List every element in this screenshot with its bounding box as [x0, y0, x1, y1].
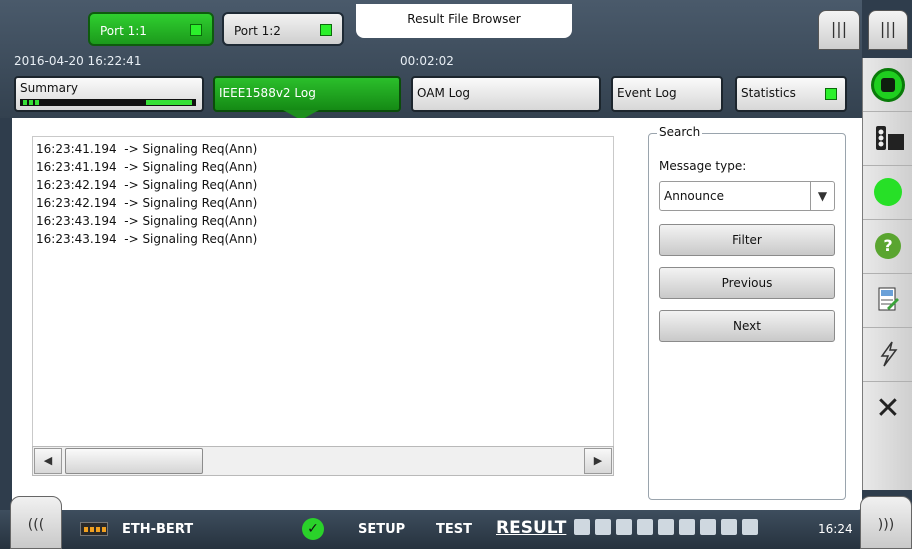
tab-label: Event Log [617, 86, 677, 100]
power-icon [574, 519, 590, 535]
bottom-bar: ((( ETH-BERT ✓ SETUP TEST RESULT 16:24 )… [0, 496, 912, 549]
scroll-right-icon[interactable]: ▶ [584, 448, 612, 474]
scroll-left-icon[interactable]: ◀ [34, 448, 62, 474]
log-line: 16:23:43.194 -> Signaling Req(Ann) [36, 214, 258, 228]
port-tab-1-1[interactable]: Port 1:1 [88, 12, 214, 46]
setup-button[interactable]: SETUP [358, 522, 405, 537]
app-name: ETH-BERT [122, 522, 194, 537]
search-group: Search Message type: Announce ▼ Filter P… [648, 125, 846, 500]
port-tab-label: Port 1:1 [100, 24, 147, 38]
tab-label: IEEE1588v2 Log [219, 86, 316, 100]
date-time: 2016-04-20 16:22:41 [14, 54, 142, 68]
status-led-button[interactable] [863, 166, 912, 220]
port-tab-1-2[interactable]: Port 1:2 [222, 12, 344, 46]
report-icon [878, 287, 899, 311]
elapsed-time: 00:02:02 [400, 54, 454, 68]
remote-icon [679, 519, 695, 535]
filter-button[interactable]: Filter [659, 224, 835, 256]
close-icon: ✕ [875, 391, 901, 426]
log-line: 16:23:43.194 -> Signaling Req(Ann) [36, 232, 258, 246]
gps-icon [700, 519, 716, 535]
report-button[interactable] [863, 274, 912, 328]
right-sidebar: ? ✕ [862, 58, 912, 490]
tab-event-log[interactable]: Event Log [611, 76, 723, 112]
log-line: 16:23:42.194 -> Signaling Req(Ann) [36, 178, 258, 192]
traffic-light-icon [876, 126, 904, 150]
port-tab-label: Port 1:2 [234, 24, 281, 38]
port-status-led-icon [190, 24, 202, 36]
right-panel-toggle[interactable]: ))) [860, 496, 912, 549]
module-icon [80, 522, 108, 536]
tab-oam-log[interactable]: OAM Log [411, 76, 601, 112]
vnc-icon [658, 519, 674, 535]
menu-tab-button[interactable]: ||| [818, 10, 860, 50]
summary-status-bar [20, 99, 196, 106]
result-button[interactable]: RESULT [496, 518, 566, 538]
header-bar: Port 1:1 Port 1:2 Result File Browser 20… [0, 0, 862, 120]
next-button[interactable]: Next [659, 310, 835, 342]
clock: 16:24 [818, 522, 853, 536]
test-button[interactable]: TEST [436, 522, 472, 537]
tab-label: OAM Log [417, 86, 471, 100]
result-file-browser-button[interactable]: Result File Browser [356, 4, 572, 38]
horizontal-scrollbar[interactable]: ◀ ▶ [32, 446, 614, 476]
wifi-icon [616, 519, 632, 535]
tab-summary[interactable]: Summary [14, 76, 204, 112]
traffic-button[interactable] [863, 112, 912, 166]
system-tray [574, 519, 810, 539]
help-icon: ? [875, 233, 901, 259]
scroll-thumb[interactable] [65, 448, 203, 474]
log-list[interactable]: 16:23:41.194 -> Signaling Req(Ann) 16:23… [32, 136, 614, 476]
bluetooth-icon [637, 519, 653, 535]
network-icon [721, 519, 737, 535]
close-button[interactable]: ✕ [863, 382, 912, 436]
statistics-status-led-icon [825, 88, 837, 100]
inject-error-button[interactable] [863, 328, 912, 382]
volume-icon [742, 519, 758, 535]
chevron-down-icon[interactable]: ▼ [810, 182, 834, 210]
message-type-value: Announce [664, 189, 724, 203]
message-type-select[interactable]: Announce ▼ [659, 181, 835, 211]
usb-icon [595, 519, 611, 535]
sidebar-menu-button[interactable]: ||| [868, 10, 908, 50]
tab-label: Summary [20, 81, 78, 95]
main-panel: 16:23:41.194 -> Signaling Req(Ann) 16:23… [12, 118, 862, 510]
tab-ieee1588v2-log[interactable]: IEEE1588v2 Log [213, 76, 401, 112]
message-type-label: Message type: [659, 159, 747, 173]
left-panel-toggle[interactable]: ((( [10, 496, 62, 549]
tab-label: Statistics [741, 86, 796, 100]
start-stop-icon [871, 68, 905, 102]
previous-button[interactable]: Previous [659, 267, 835, 299]
log-line: 16:23:41.194 -> Signaling Req(Ann) [36, 142, 258, 156]
tab-statistics[interactable]: Statistics [735, 76, 847, 112]
inject-error-icon [880, 341, 898, 367]
log-line: 16:23:42.194 -> Signaling Req(Ann) [36, 196, 258, 210]
port-status-led-icon [320, 24, 332, 36]
log-line: 16:23:41.194 -> Signaling Req(Ann) [36, 160, 258, 174]
status-led-icon [874, 178, 902, 206]
help-button[interactable]: ? [863, 220, 912, 274]
test-ok-icon: ✓ [302, 518, 324, 540]
search-legend: Search [657, 125, 703, 139]
start-stop-button[interactable] [863, 58, 912, 112]
